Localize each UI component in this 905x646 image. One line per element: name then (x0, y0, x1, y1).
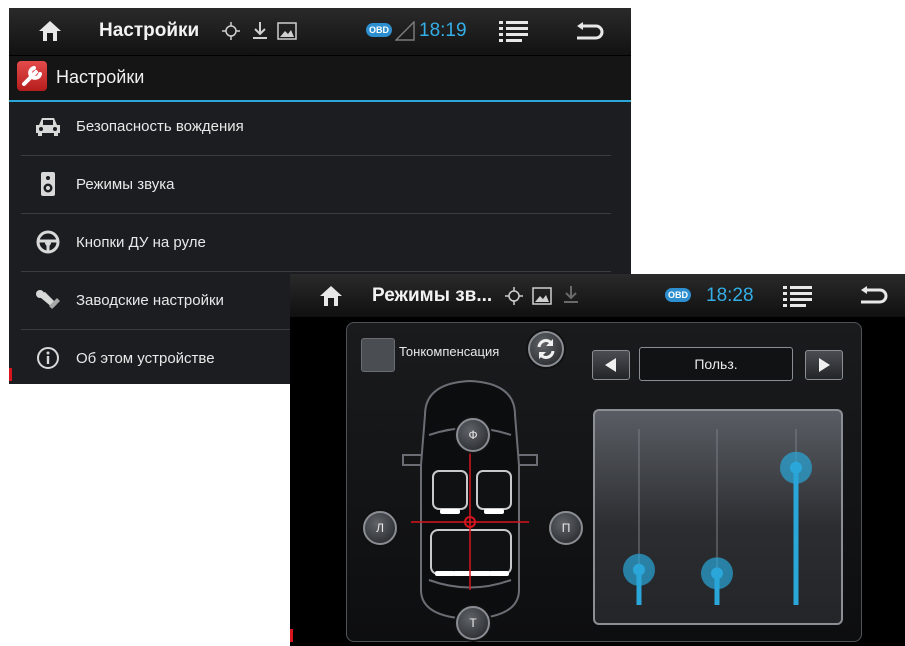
info-icon (37, 347, 59, 369)
obd-badge: OBD (665, 288, 691, 302)
menu-item-label: Безопасность вождения (76, 118, 244, 135)
car-icon (36, 118, 60, 136)
preset-display: Польз. (639, 347, 793, 381)
eq-knob-center-3 (790, 461, 802, 474)
clock: 18:28 (706, 285, 754, 306)
red-indicator (9, 368, 12, 381)
image-icon (277, 22, 297, 40)
balance-front-button[interactable]: Ф (456, 418, 490, 452)
menu-item-label: Заводские настройки (76, 292, 224, 309)
download-icon (564, 286, 578, 303)
back-icon[interactable] (574, 22, 604, 42)
equalizer-sliders[interactable] (595, 411, 841, 623)
download-icon (253, 22, 267, 39)
preset-next-button[interactable] (805, 350, 843, 380)
app-title: Настройки (56, 67, 145, 87)
signal-icon (395, 21, 415, 41)
status-bar: Настройки OBD 18:19 (9, 8, 631, 56)
red-indicator (290, 629, 293, 642)
eq-knob-center-1 (633, 563, 645, 576)
car-balance-diagram[interactable] (395, 375, 545, 625)
menu-item-label: Кнопки ДУ на руле (76, 234, 206, 251)
menu-item-driving-safety[interactable]: Безопасность вождения (21, 98, 611, 156)
balance-right-button[interactable]: П (549, 511, 583, 545)
image-icon (532, 287, 552, 305)
menu-item-steering-controls[interactable]: Кнопки ДУ на руле (21, 214, 611, 272)
loudness-checkbox[interactable] (361, 338, 395, 372)
balance-left-button[interactable]: Л (363, 511, 397, 545)
obd-badge: OBD (366, 23, 392, 37)
status-bar: Режимы зв... OBD 18:28 (290, 274, 905, 317)
right-label: П (561, 521, 571, 535)
sound-modes-window: Режимы зв... OBD 18:28 Тонкомпенсация По… (290, 274, 905, 646)
home-icon[interactable] (38, 20, 62, 42)
status-title: Режимы зв... (372, 285, 493, 306)
front-label: Ф (468, 428, 478, 442)
clock: 18:19 (419, 20, 467, 41)
back-icon[interactable] (858, 286, 888, 306)
refresh-icon (537, 339, 555, 359)
arrow-left-icon (605, 358, 616, 372)
menu-item-sound-modes[interactable]: Режимы звука (21, 156, 611, 214)
eq-knob-center-2 (711, 567, 723, 580)
app-bar: Настройки (9, 56, 631, 102)
preset-prev-button[interactable] (592, 350, 630, 380)
home-icon[interactable] (319, 285, 343, 307)
balance-rear-button[interactable]: Т (456, 606, 490, 640)
loudness-label: Тонкомпенсация (399, 344, 500, 359)
steering-wheel-icon (36, 230, 60, 254)
arrow-right-icon (819, 358, 830, 372)
sound-panel: Тонкомпенсация Польз. Ф Л П Т (346, 322, 862, 642)
menu-list-icon[interactable] (783, 285, 813, 307)
speaker-icon (41, 172, 55, 196)
menu-item-label: Об этом устройстве (76, 350, 215, 367)
settings-app-icon (17, 61, 47, 91)
status-title: Настройки (99, 20, 200, 41)
reset-button[interactable] (528, 331, 564, 367)
menu-list-icon[interactable] (499, 20, 529, 42)
gps-icon (505, 287, 523, 305)
left-label: Л (376, 521, 384, 535)
wrench-icon (36, 290, 60, 309)
gps-icon (222, 22, 240, 40)
rear-label: Т (469, 616, 477, 630)
equalizer-panel (593, 409, 843, 625)
menu-item-label: Режимы звука (76, 176, 175, 193)
